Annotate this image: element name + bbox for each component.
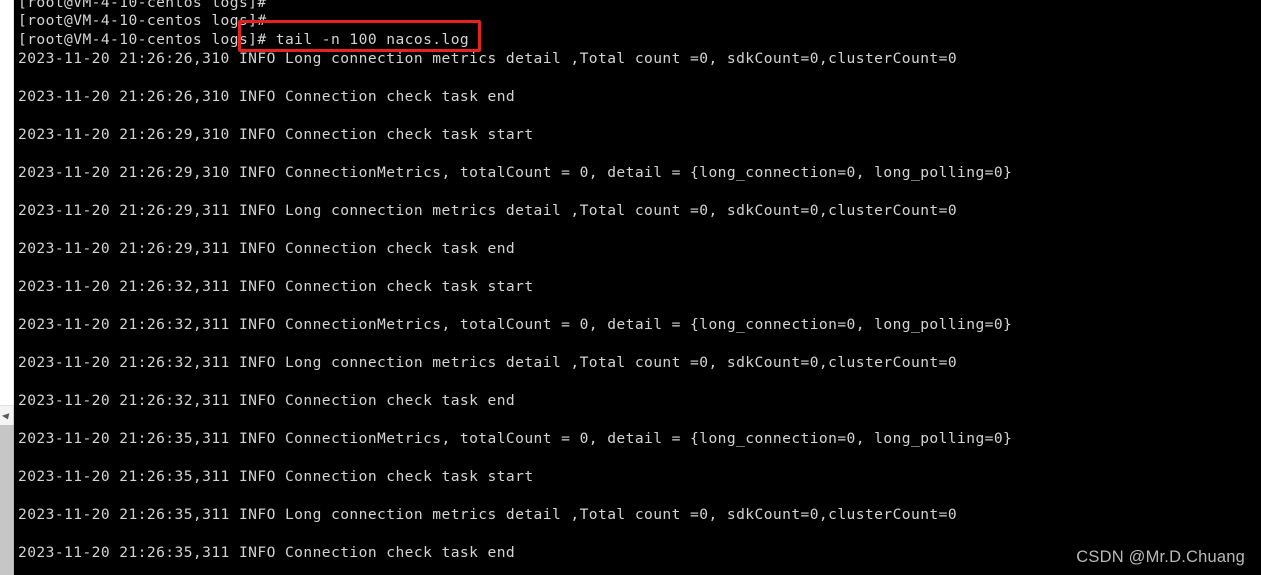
terminal-output-area[interactable]: [root@VM-4-10-centos logs]# [root@VM-4-1… xyxy=(14,0,1261,575)
prompt-line-command: [root@VM-4-10-centos logs]# tail -n 100 … xyxy=(18,31,470,48)
log-line: 2023-11-20 21:26:35,311 INFO Connection … xyxy=(18,544,516,561)
scrollbar-thumb[interactable] xyxy=(0,425,14,575)
log-line: 2023-11-20 21:26:35,311 INFO ConnectionM… xyxy=(18,430,1013,447)
log-line: 2023-11-20 21:26:29,311 INFO Connection … xyxy=(18,240,516,257)
log-line: 2023-11-20 21:26:29,310 INFO Connection … xyxy=(18,126,534,143)
prompt-line: [root@VM-4-10-centos logs]# xyxy=(18,12,267,29)
log-line: 2023-11-20 21:26:29,311 INFO Long connec… xyxy=(18,202,958,219)
log-line: 2023-11-20 21:26:32,311 INFO Long connec… xyxy=(18,354,958,371)
prompt-line: [root@VM-4-10-centos logs]# xyxy=(18,0,267,11)
log-line: 2023-11-20 21:26:32,311 INFO Connection … xyxy=(18,392,516,409)
left-scrollbar-gutter xyxy=(0,0,14,575)
log-line: 2023-11-20 21:26:26,310 INFO Connection … xyxy=(18,88,516,105)
log-line: 2023-11-20 21:26:35,311 INFO Connection … xyxy=(18,468,534,485)
arrow-glyph xyxy=(1,410,12,420)
watermark-label: CSDN @Mr.D.Chuang xyxy=(1076,548,1245,566)
log-line: 2023-11-20 21:26:26,310 INFO Long connec… xyxy=(18,50,958,67)
log-line: 2023-11-20 21:26:35,311 INFO Long connec… xyxy=(18,506,958,523)
log-line: 2023-11-20 21:26:32,311 INFO ConnectionM… xyxy=(18,316,1013,333)
log-line: 2023-11-20 21:26:29,310 INFO ConnectionM… xyxy=(18,164,1013,181)
scroll-up-arrow-icon[interactable] xyxy=(0,405,14,425)
scrollbar-track-upper[interactable] xyxy=(0,0,14,405)
terminal-screenshot: [root@VM-4-10-centos logs]# [root@VM-4-1… xyxy=(0,0,1261,575)
log-line: 2023-11-20 21:26:32,311 INFO Connection … xyxy=(18,278,534,295)
